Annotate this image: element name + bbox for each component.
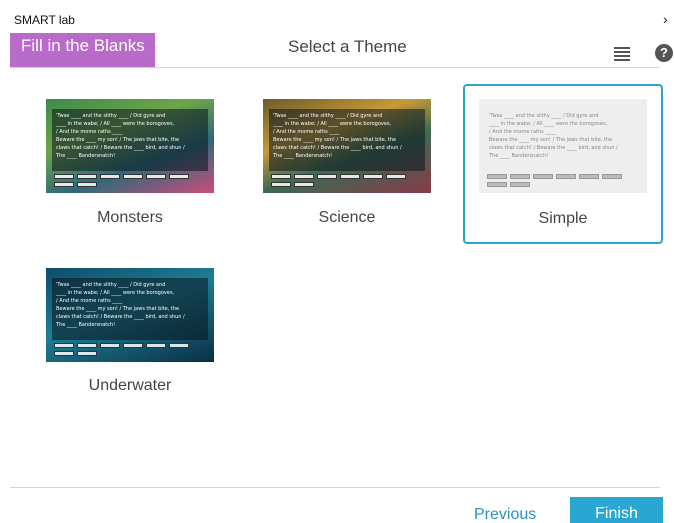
thumbnail-word-bank <box>54 174 206 187</box>
theme-tile-underwater[interactable]: 'Twas ____ and the slithy ____ / Did gyr… <box>30 257 230 415</box>
thumbnail-text-panel: 'Twas ____ and the slithy ____ / Did gyr… <box>52 109 208 171</box>
menu-icon[interactable] <box>614 47 630 61</box>
app-title: SMART lab <box>14 13 75 27</box>
thumbnail-text-panel: 'Twas ____ and the slithy ____ / Did gyr… <box>52 278 208 340</box>
theme-label: Monsters <box>97 209 163 226</box>
thumbnail-word-bank <box>487 174 639 187</box>
theme-tile-monsters[interactable]: 'Twas ____ and the slithy ____ / Did gyr… <box>30 88 230 246</box>
chevron-right-icon[interactable]: › <box>663 11 668 27</box>
theme-label: Underwater <box>88 377 172 394</box>
theme-tile-simple[interactable]: 'Twas ____ and the slithy ____ / Did gyr… <box>463 84 663 244</box>
thumbnail-word-bank <box>271 174 423 187</box>
theme-thumbnail: 'Twas ____ and the slithy ____ / Did gyr… <box>46 268 214 362</box>
theme-thumbnail: 'Twas ____ and the slithy ____ / Did gyr… <box>46 99 214 193</box>
theme-tile-science[interactable]: 'Twas ____ and the slithy ____ / Did gyr… <box>247 88 447 246</box>
theme-thumbnail: 'Twas ____ and the slithy ____ / Did gyr… <box>263 99 431 193</box>
finish-button[interactable]: Finish <box>570 497 663 523</box>
header-divider <box>10 67 660 68</box>
help-icon[interactable]: ? <box>655 44 673 62</box>
thumbnail-word-bank <box>54 343 206 356</box>
thumbnail-text-panel: 'Twas ____ and the slithy ____ / Did gyr… <box>489 113 618 159</box>
thumbnail-text-panel: 'Twas ____ and the slithy ____ / Did gyr… <box>269 109 425 171</box>
page-title: Select a Theme <box>288 37 407 56</box>
theme-label: Simple <box>538 210 588 227</box>
activity-type-badge: Fill in the Blanks <box>10 33 155 67</box>
footer-divider <box>10 487 660 488</box>
theme-label: Science <box>318 209 376 226</box>
theme-thumbnail: 'Twas ____ and the slithy ____ / Did gyr… <box>479 99 647 193</box>
previous-button[interactable]: Previous <box>474 506 536 523</box>
